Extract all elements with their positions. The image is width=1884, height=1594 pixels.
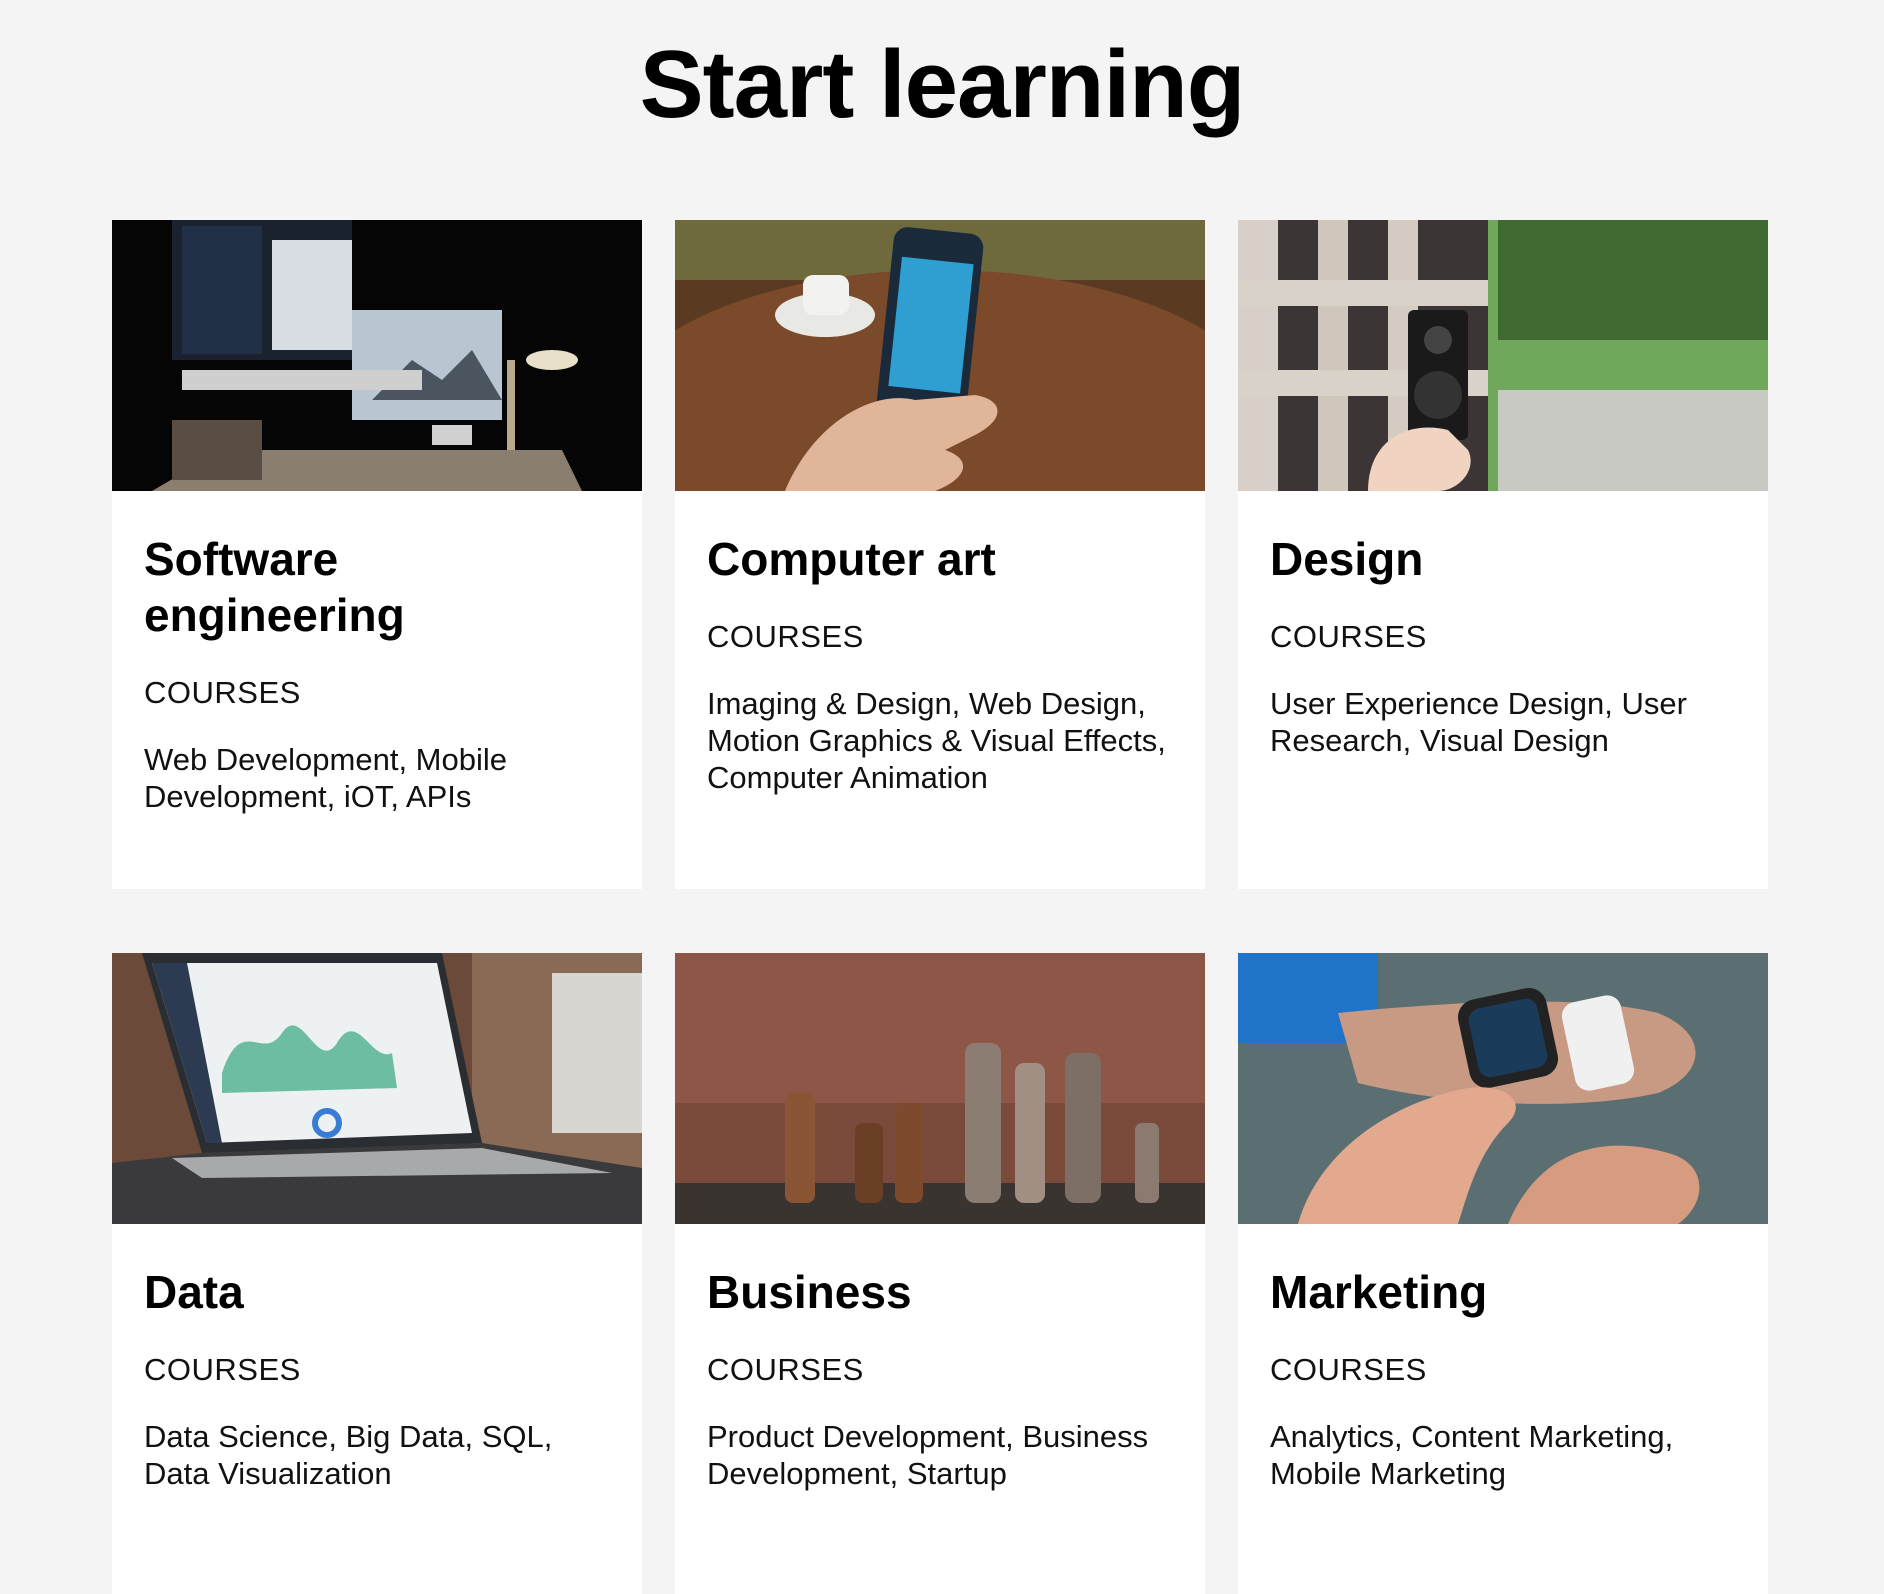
card-title[interactable]: Software engineering	[144, 531, 610, 643]
laptop-dashboard-photo	[112, 953, 642, 1224]
card-title[interactable]: Design	[1270, 531, 1736, 587]
desk-computers-photo	[112, 220, 642, 491]
category-card-data[interactable]: Data COURSES Data Science, Big Data, SQL…	[112, 953, 642, 1594]
courses-label: COURSES	[144, 1352, 301, 1387]
chess-pieces-photo	[675, 953, 1205, 1224]
category-card-marketing[interactable]: Marketing COURSES Analytics, Content Mar…	[1238, 953, 1768, 1594]
courses-list: Web Development, Mobile Development, iOT…	[144, 742, 507, 814]
card-title[interactable]: Business	[707, 1264, 1173, 1320]
courses-list: Imaging & Design, Web Design, Motion Gra…	[707, 686, 1166, 795]
courses-label: COURSES	[707, 619, 864, 654]
camera-photo	[1238, 220, 1768, 491]
category-card-design[interactable]: Design COURSES User Experience Design, U…	[1238, 220, 1768, 889]
card-title[interactable]: Computer art	[707, 531, 1173, 587]
page-title: Start learning	[639, 31, 1246, 138]
courses-list: Product Development, Business Developmen…	[707, 1419, 1149, 1491]
courses-list: User Experience Design, User Research, V…	[1270, 686, 1687, 758]
courses-label: COURSES	[1270, 1352, 1427, 1387]
smartwatch-photo	[1238, 953, 1768, 1224]
courses-label: COURSES	[707, 1352, 864, 1387]
category-card-software-engineering[interactable]: Software engineering COURSES Web Develop…	[112, 220, 642, 889]
card-title[interactable]: Data	[144, 1264, 610, 1320]
courses-label: COURSES	[144, 675, 301, 710]
courses-list: Data Science, Big Data, SQL, Data Visual…	[144, 1419, 553, 1491]
category-card-computer-art[interactable]: Computer art COURSES Imaging & Design, W…	[675, 220, 1205, 889]
courses-list: Analytics, Content Marketing, Mobile Mar…	[1270, 1419, 1674, 1491]
category-card-business[interactable]: Business COURSES Product Development, Bu…	[675, 953, 1205, 1594]
phone-in-hand-photo	[675, 220, 1205, 491]
page: Start learning Software engineering COUR…	[0, 0, 1884, 1594]
category-grid: Software engineering COURSES Web Develop…	[112, 220, 1768, 1594]
card-title[interactable]: Marketing	[1270, 1264, 1736, 1320]
courses-label: COURSES	[1270, 619, 1427, 654]
